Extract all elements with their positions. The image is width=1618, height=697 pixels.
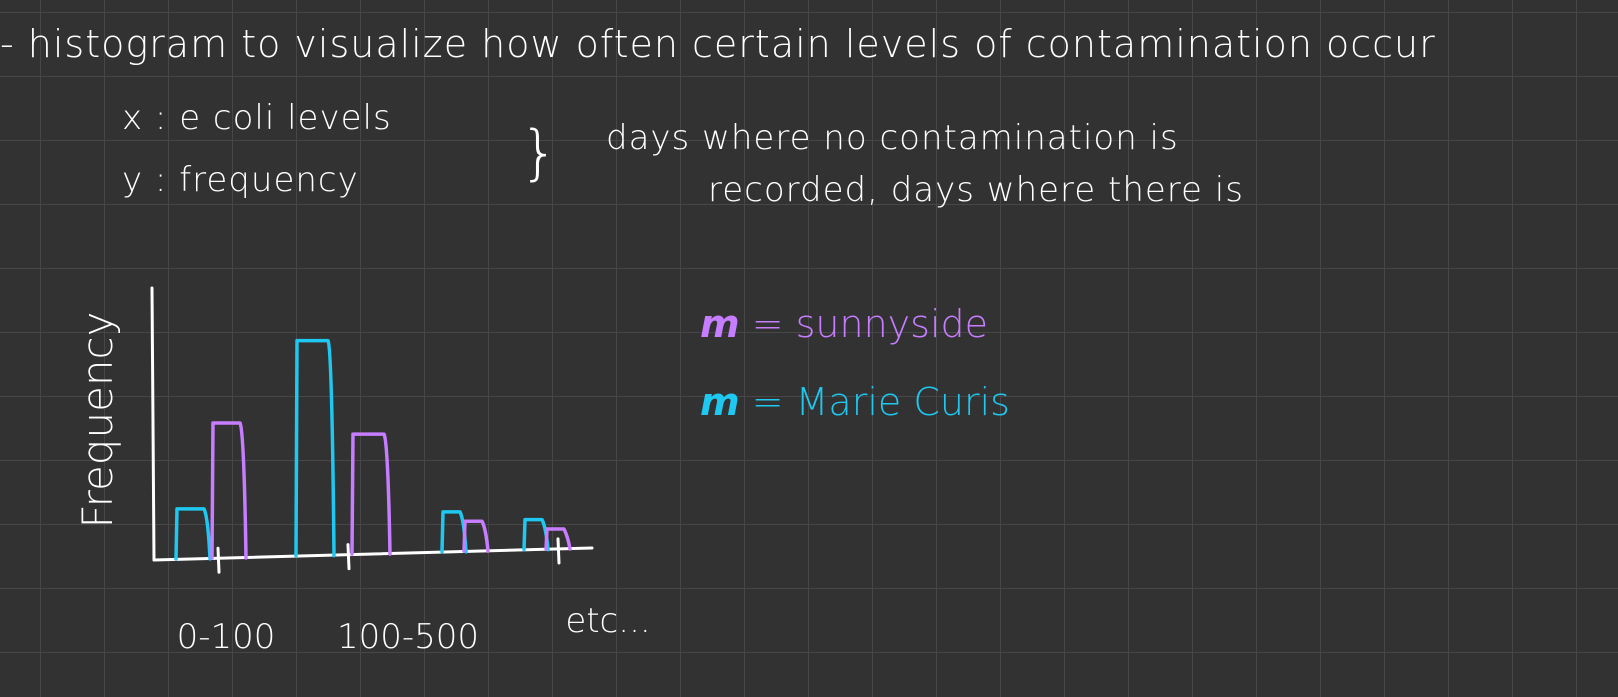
y-axis xyxy=(150,286,156,562)
bar-marie-curis-3 xyxy=(440,510,468,554)
x-tick-label-2: etc... xyxy=(565,601,650,641)
bar-sunnyside-3 xyxy=(462,519,490,553)
x-tick-label-1: 100-500 xyxy=(337,617,479,657)
bar-marie-curis-2 xyxy=(294,338,336,558)
x-tick-1 xyxy=(346,543,351,571)
bar-sunnyside-2 xyxy=(350,432,392,556)
x-tick-label-0: 0-100 xyxy=(177,617,276,657)
x-tick-2 xyxy=(556,537,561,565)
bar-marie-curis-0 xyxy=(174,507,212,561)
bar-sunnyside-0 xyxy=(210,421,248,560)
y-axis-label: Frequency xyxy=(73,312,122,529)
x-tick-0 xyxy=(216,546,221,574)
bar-marie-curis-4 xyxy=(522,517,550,552)
histogram-chart: 0-100 100-500 etc... Frequency xyxy=(73,286,651,657)
